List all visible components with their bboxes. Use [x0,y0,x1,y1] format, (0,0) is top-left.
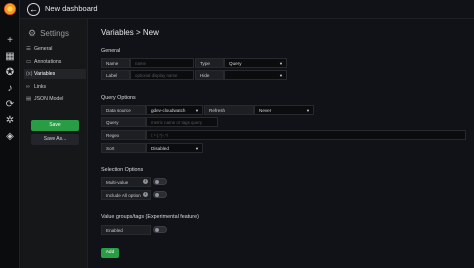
sidebar-item-general[interactable]: ☰ General [24,44,86,54]
sort-select-value: Disabled [151,146,169,151]
chevron-down-icon: ▼ [306,108,310,113]
sidebar-item-label: Annotations [34,59,62,65]
arrow-left-icon[interactable]: ← [27,3,40,16]
code-icon: ▤ [26,96,32,102]
link-icon: ∞ [26,84,30,90]
multi-value-toggle[interactable] [153,178,167,185]
bell-icon[interactable]: ♪ [4,83,16,95]
sidebar-item-links[interactable]: ∞ Links [24,82,86,92]
general-heading: General [101,48,121,54]
name-label: Name [101,58,130,68]
share-icon[interactable]: ⟳ [4,99,16,111]
save-button[interactable]: Save [31,120,79,131]
enabled-label: Enabled [101,225,151,235]
top-bar: ← New dashboard [20,0,474,19]
hide-select[interactable]: ▼ [224,70,287,80]
refresh-label: Refresh [204,105,254,115]
type-label: Type [195,58,224,68]
regex-label: Regex [101,130,146,140]
grafana-logo[interactable] [4,3,16,15]
main-content: Variables > New General Name name i Type… [88,19,474,268]
name-field[interactable]: name [130,58,194,68]
chevron-down-icon: ▼ [279,73,283,78]
settings-sidebar: ⚙ Settings ☰ General ▭ Annotations (x) Varia… [20,19,88,268]
type-select-value: Query [229,61,242,66]
hide-label: Hide [195,70,224,80]
enabled-toggle[interactable] [153,226,167,233]
refresh-select[interactable]: Never ▼ [254,105,314,115]
sidebar-item-annotations[interactable]: ▭ Annotations [24,57,86,67]
sidebar-item-label: JSON Model [34,96,64,102]
value-groups-heading: Value groups/tags (Experimental feature) [101,214,199,220]
sort-label: Sort [101,143,146,153]
sidebar-item-label: Variables [34,71,56,77]
toggle-knob [155,180,159,184]
refresh-select-value: Never [259,108,272,113]
comment-icon: ▭ [26,59,32,65]
sidebar-item-variables[interactable]: (x) Variables [24,69,86,79]
chevron-down-icon: ▼ [195,146,199,151]
include-all-toggle[interactable] [153,191,167,198]
add-button[interactable]: Add [101,248,119,258]
save-as-button[interactable]: Save As... [31,134,79,145]
gear-icon[interactable]: ✲ [4,115,16,127]
plus-icon[interactable]: + [4,35,16,47]
datasource-select-value: gdev-cloudwatch [151,108,186,113]
sidebar-item-label: Links [34,84,47,90]
sidebar-item-label: General [34,46,53,52]
query-label: Query [101,117,146,127]
dashboard-title[interactable]: New dashboard [45,4,98,13]
regex-field[interactable]: /.*-(.*)-.*/ [146,130,466,140]
settings-heading: ⚙ Settings [28,28,69,39]
info-icon: i [143,192,148,197]
sliders-icon: ☰ [26,46,31,52]
settings-heading-label: Settings [40,29,69,38]
sidebar-item-json-model[interactable]: ▤ JSON Model [24,94,86,104]
sort-select[interactable]: Disabled ▼ [146,143,203,153]
toggle-knob [155,193,159,197]
apps-icon[interactable]: ▦ [4,51,16,63]
compass-icon[interactable]: ✪ [4,67,16,79]
chevron-down-icon: ▼ [195,108,199,113]
chevron-down-icon: ▼ [279,61,283,66]
page-title: Variables > New [101,28,159,37]
toggle-knob [155,228,159,232]
label-label: Label [101,70,130,80]
nav-rail: + ▦ ✪ ♪ ⟳ ✲ ◈ [0,0,20,268]
query-field[interactable]: metric name or tags query [146,117,218,127]
label-field[interactable]: optional display name [130,70,194,80]
query-options-heading: Query Options [101,95,136,101]
info-icon: i [143,179,148,184]
datasource-select[interactable]: gdev-cloudwatch ▼ [146,105,203,115]
gear-icon: ⚙ [28,28,37,38]
selection-options-heading: Selection Options [101,167,144,173]
type-select[interactable]: Query ▼ [224,58,287,68]
dollar-icon: (x) [26,71,33,77]
shield-icon[interactable]: ◈ [4,131,16,143]
datasource-label: Data source [101,105,146,115]
